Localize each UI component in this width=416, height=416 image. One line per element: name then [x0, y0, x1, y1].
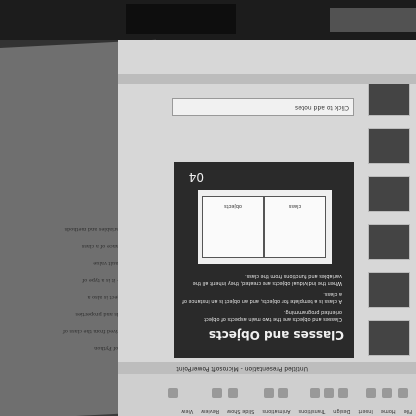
new-slide-icon[interactable]: [382, 388, 392, 398]
ribbon-tabs: File Home Insert Design Transitions Anim…: [181, 408, 412, 414]
photo-scene: Basics of Python are derived from the cl…: [0, 0, 416, 416]
diagram-cell: class: [264, 196, 326, 258]
tab-design[interactable]: Design: [333, 408, 350, 414]
bullet-item: A class is a template for objects, and a…: [182, 291, 342, 304]
notes-pane[interactable]: Click to add notes: [172, 98, 354, 116]
ceiling-lamp: [126, 4, 236, 34]
status-bar: [118, 74, 416, 84]
italic-icon[interactable]: [324, 388, 334, 398]
writing-line: the Object is also a: [87, 294, 136, 300]
bold-icon[interactable]: [338, 388, 348, 398]
shapes-icon[interactable]: [228, 388, 238, 398]
writing-line: class variables and methods: [64, 226, 137, 232]
writing-line: Basics of Python: [94, 345, 136, 351]
paste-icon[interactable]: [398, 388, 408, 398]
tab-file[interactable]: File: [404, 408, 412, 414]
bullets-icon[interactable]: [278, 388, 288, 398]
slide-title: Classes and Objects: [208, 328, 344, 342]
underline-icon[interactable]: [310, 388, 320, 398]
tab-slideshow[interactable]: Slide Show: [227, 408, 254, 414]
notes-placeholder: Click to add notes: [295, 104, 349, 111]
window-title: Untitled Presentation - Microsoft PowerP…: [176, 365, 308, 372]
bullet-item: Classes and objects are the two main asp…: [204, 309, 342, 322]
tab-home[interactable]: Home: [381, 408, 396, 414]
tab-transitions[interactable]: Transitions: [298, 408, 325, 414]
diagram-label: objects: [224, 203, 243, 209]
writing-line: the default value: [93, 260, 136, 266]
tab-animations[interactable]: Animations: [262, 408, 290, 414]
slide-thumbnail[interactable]: [368, 128, 410, 164]
writing-line: are derived from the class of: [63, 328, 136, 334]
diagram-label: class: [288, 203, 302, 209]
current-slide[interactable]: Classes and Objects Classes and objects …: [174, 162, 354, 358]
bullet-item: When the individual objects are created,…: [192, 273, 342, 286]
ceiling-panel: [330, 8, 416, 32]
whiteboard-writing: Basics of Python are derived from the cl…: [6, 96, 136, 356]
tab-view[interactable]: View: [181, 408, 193, 414]
numbering-icon[interactable]: [264, 388, 274, 398]
arrange-icon[interactable]: [212, 388, 222, 398]
ribbon: File Home Insert Design Transitions Anim…: [118, 373, 416, 416]
title-bar: Untitled Presentation - Microsoft PowerP…: [118, 362, 416, 374]
tab-insert[interactable]: Insert: [359, 408, 373, 414]
writing-line: an instance of a class: [81, 243, 136, 249]
slide-thumbnail[interactable]: [368, 224, 410, 260]
layout-icon[interactable]: [366, 388, 376, 398]
writing-line: class — it is a type of: [82, 277, 136, 283]
tab-review[interactable]: Review: [201, 408, 219, 414]
slide-bullets: Classes and objects are the two main asp…: [182, 268, 342, 322]
slide-thumbnail[interactable]: [368, 320, 410, 356]
slide-thumbnails: [366, 56, 410, 356]
find-icon[interactable]: [168, 388, 178, 398]
projector-screen: File Home Insert Design Transitions Anim…: [118, 40, 416, 416]
writing-line: methods and properties: [75, 311, 136, 317]
slide-thumbnail[interactable]: [368, 272, 410, 308]
slide-thumbnail[interactable]: [368, 176, 410, 212]
slide-thumbnail[interactable]: [368, 80, 410, 116]
diagram-cell: objects: [202, 196, 264, 258]
class-object-diagram: class objects: [198, 190, 332, 264]
slide-number: 04: [188, 170, 204, 184]
